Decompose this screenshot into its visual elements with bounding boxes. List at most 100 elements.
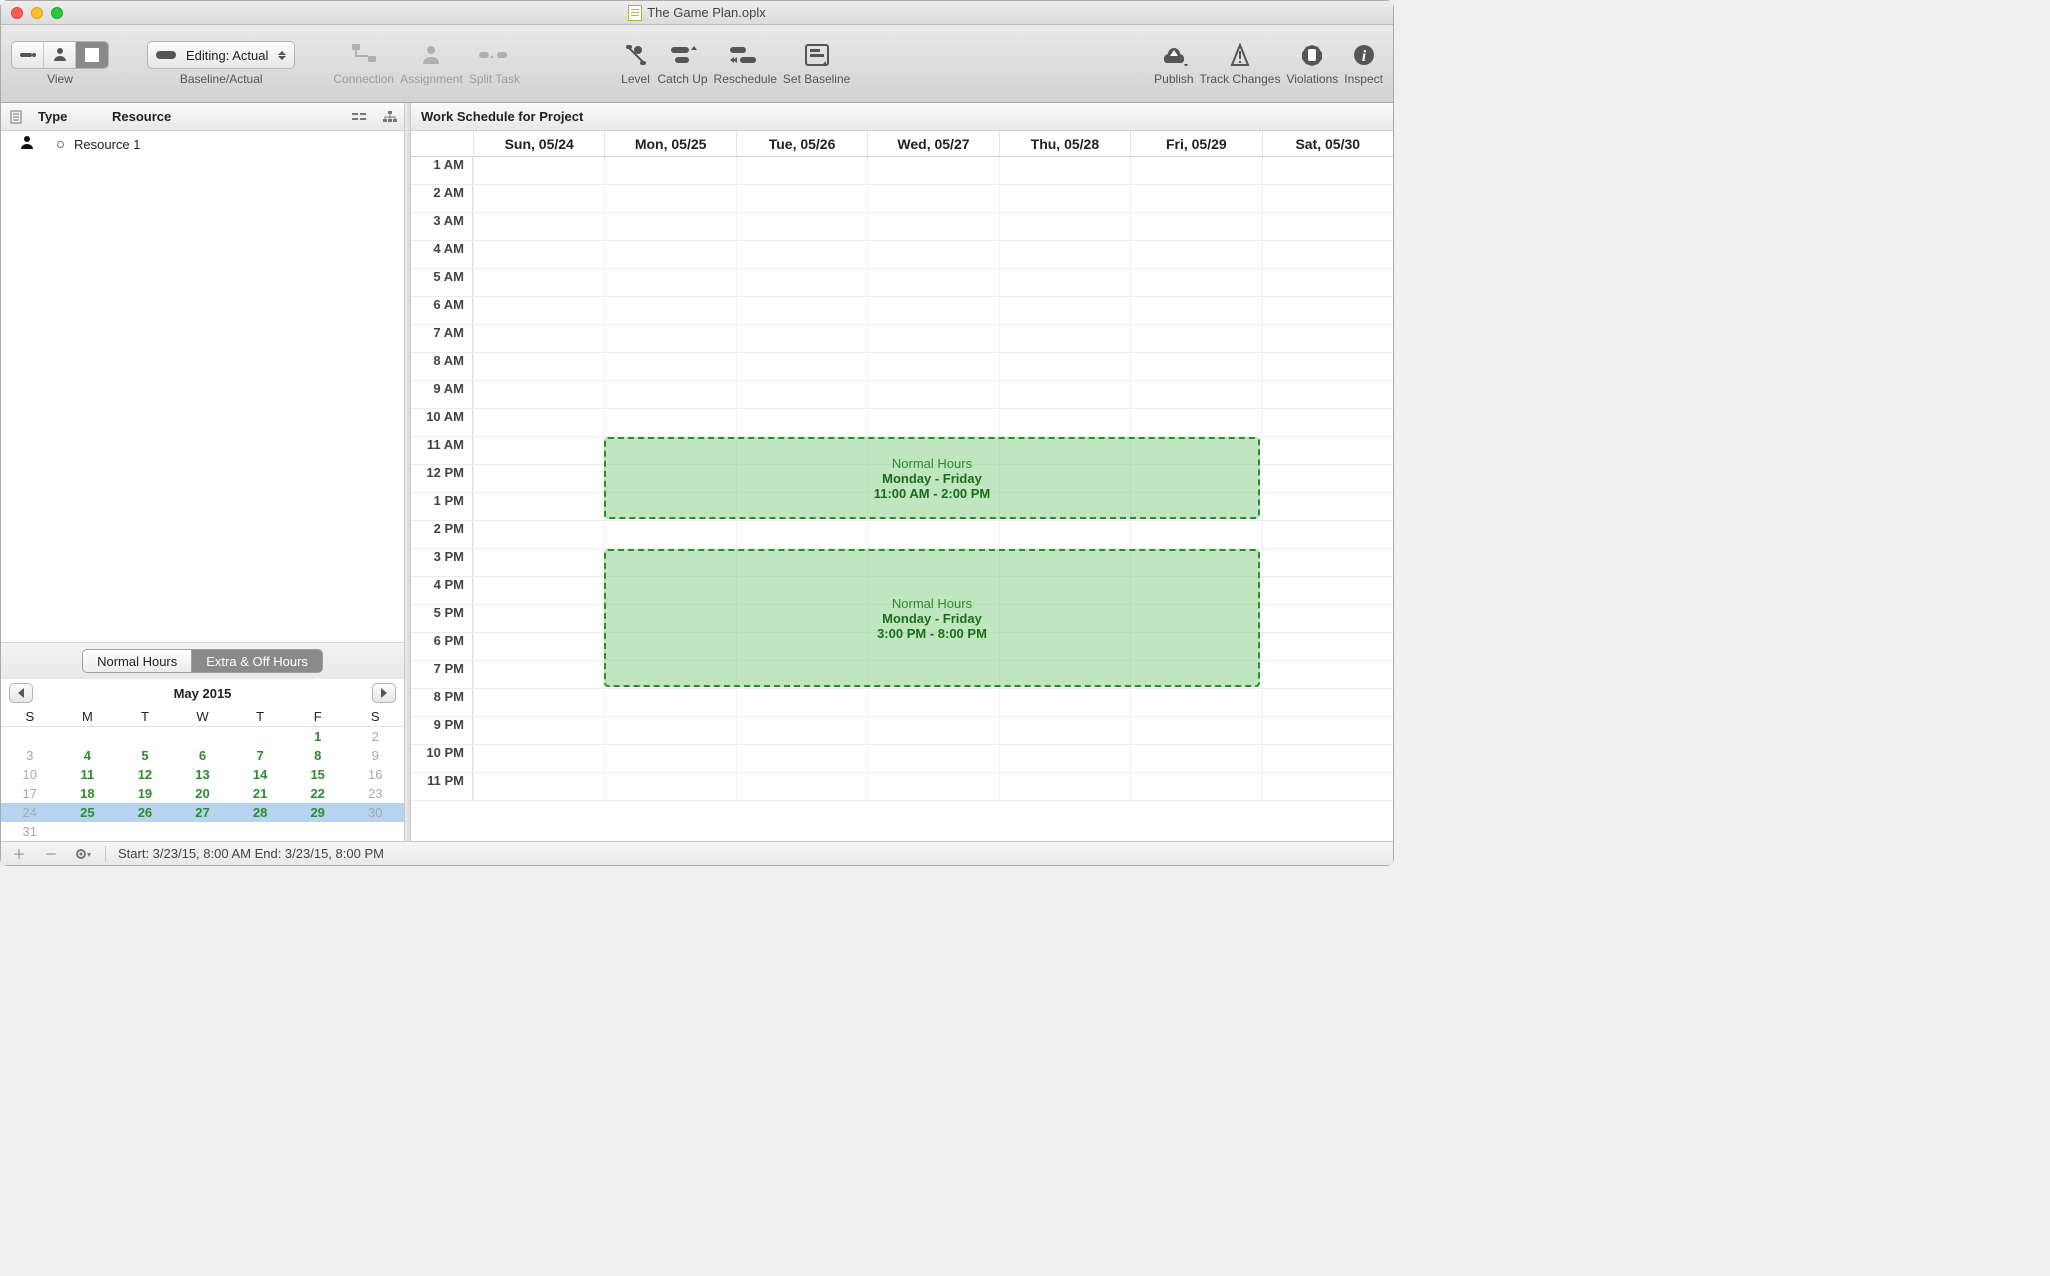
schedule-cell[interactable] xyxy=(604,521,735,548)
day-column-header[interactable]: Sat, 05/30 xyxy=(1262,131,1393,156)
schedule-cell[interactable] xyxy=(1262,437,1393,464)
calendar-day-cell[interactable]: 4 xyxy=(59,746,117,765)
set-baseline-button[interactable] xyxy=(800,41,834,69)
schedule-cell[interactable] xyxy=(473,493,604,520)
schedule-cell[interactable] xyxy=(999,745,1130,772)
schedule-cell[interactable] xyxy=(1130,269,1261,296)
calendar-week-row[interactable]: 10111213141516 xyxy=(1,765,404,784)
schedule-cell[interactable] xyxy=(1130,353,1261,380)
schedule-cell[interactable] xyxy=(867,381,998,408)
schedule-cell[interactable] xyxy=(1262,773,1393,800)
schedule-cell[interactable] xyxy=(473,633,604,660)
calendar-day-cell[interactable]: 5 xyxy=(116,746,174,765)
schedule-cell[interactable] xyxy=(867,689,998,716)
schedule-cell[interactable] xyxy=(736,157,867,184)
schedule-cell[interactable] xyxy=(867,241,998,268)
day-column-header[interactable]: Wed, 05/27 xyxy=(867,131,998,156)
view-segmented[interactable] xyxy=(11,41,109,69)
split-task-button[interactable] xyxy=(475,41,513,69)
view-resource-button[interactable] xyxy=(44,42,76,68)
schedule-cell[interactable] xyxy=(999,241,1130,268)
schedule-cell[interactable] xyxy=(1130,745,1261,772)
schedule-cell[interactable] xyxy=(473,353,604,380)
reschedule-button[interactable] xyxy=(726,41,764,69)
schedule-cell[interactable] xyxy=(867,409,998,436)
calendar-day-cell[interactable] xyxy=(1,727,59,746)
assignment-button[interactable] xyxy=(416,41,446,69)
schedule-cell[interactable] xyxy=(867,353,998,380)
schedule-cell[interactable] xyxy=(999,353,1130,380)
next-month-button[interactable] xyxy=(372,683,396,703)
schedule-block[interactable]: Normal HoursMonday - Friday11:00 AM - 2:… xyxy=(604,437,1259,519)
schedule-cell[interactable] xyxy=(867,157,998,184)
schedule-cell[interactable] xyxy=(1262,717,1393,744)
track-changes-button[interactable] xyxy=(1226,41,1254,69)
schedule-cell[interactable] xyxy=(1262,185,1393,212)
schedule-cell[interactable] xyxy=(1262,269,1393,296)
violations-button[interactable] xyxy=(1296,41,1328,69)
schedule-cell[interactable] xyxy=(999,381,1130,408)
calendar-day-cell[interactable]: 12 xyxy=(116,765,174,784)
day-column-header[interactable]: Tue, 05/26 xyxy=(736,131,867,156)
calendar-day-cell[interactable]: 2 xyxy=(346,727,404,746)
schedule-cell[interactable] xyxy=(867,269,998,296)
calendar-day-cell[interactable]: 1 xyxy=(289,727,347,746)
prev-month-button[interactable] xyxy=(9,683,33,703)
calendar-day-cell[interactable]: 31 xyxy=(1,822,59,841)
schedule-cell[interactable] xyxy=(604,241,735,268)
schedule-cell[interactable] xyxy=(1130,521,1261,548)
schedule-cell[interactable] xyxy=(1262,325,1393,352)
calendar-day-cell[interactable]: 29 xyxy=(289,803,347,822)
calendar-day-cell[interactable] xyxy=(59,727,117,746)
schedule-cell[interactable] xyxy=(604,381,735,408)
schedule-cell[interactable] xyxy=(473,185,604,212)
schedule-cell[interactable] xyxy=(736,409,867,436)
schedule-cell[interactable] xyxy=(867,185,998,212)
connection-button[interactable] xyxy=(346,41,382,69)
schedule-cell[interactable] xyxy=(999,521,1130,548)
schedule-cell[interactable] xyxy=(473,661,604,688)
calendar-day-cell[interactable]: 17 xyxy=(1,784,59,803)
calendar-day-cell[interactable]: 8 xyxy=(289,746,347,765)
schedule-cell[interactable] xyxy=(604,409,735,436)
schedule-cell[interactable] xyxy=(1130,213,1261,240)
mini-calendar-grid[interactable]: SMTWTFS123456789101112131415161718192021… xyxy=(1,707,404,841)
schedule-cell[interactable] xyxy=(604,185,735,212)
day-column-header[interactable]: Thu, 05/28 xyxy=(999,131,1130,156)
schedule-cell[interactable] xyxy=(604,353,735,380)
schedule-cell[interactable] xyxy=(736,689,867,716)
schedule-cell[interactable] xyxy=(604,773,735,800)
view-calendar-button[interactable] xyxy=(76,42,108,68)
inspect-button[interactable]: i xyxy=(1348,41,1380,69)
calendar-day-cell[interactable]: 13 xyxy=(174,765,232,784)
schedule-cell[interactable] xyxy=(1130,773,1261,800)
schedule-cell[interactable] xyxy=(1130,689,1261,716)
calendar-week-row[interactable]: 12 xyxy=(1,727,404,746)
schedule-cell[interactable] xyxy=(1262,605,1393,632)
tab-normal-hours[interactable]: Normal Hours xyxy=(82,649,191,673)
schedule-cell[interactable] xyxy=(1130,185,1261,212)
calendar-day-cell[interactable]: 20 xyxy=(174,784,232,803)
schedule-cell[interactable] xyxy=(999,297,1130,324)
schedule-cell[interactable] xyxy=(473,605,604,632)
schedule-cell[interactable] xyxy=(999,409,1130,436)
schedule-cell[interactable] xyxy=(867,773,998,800)
schedule-cell[interactable] xyxy=(473,437,604,464)
calendar-day-cell[interactable]: 21 xyxy=(231,784,289,803)
calendar-day-cell[interactable]: 30 xyxy=(346,803,404,822)
outline-body[interactable]: Resource 1 xyxy=(1,131,404,642)
day-column-header[interactable]: Sun, 05/24 xyxy=(473,131,604,156)
schedule-cell[interactable] xyxy=(473,521,604,548)
schedule-cell[interactable] xyxy=(473,549,604,576)
calendar-day-cell[interactable]: 9 xyxy=(346,746,404,765)
calendar-week-row[interactable]: 31 xyxy=(1,822,404,841)
schedule-cell[interactable] xyxy=(999,213,1130,240)
remove-button[interactable]: － xyxy=(41,845,61,863)
outline-twocol-icon[interactable] xyxy=(350,108,367,125)
calendar-week-row[interactable]: 17181920212223 xyxy=(1,784,404,803)
schedule-cell[interactable] xyxy=(999,185,1130,212)
schedule-cell[interactable] xyxy=(473,325,604,352)
schedule-cell[interactable] xyxy=(604,325,735,352)
schedule-cell[interactable] xyxy=(1262,549,1393,576)
schedule-cell[interactable] xyxy=(1262,661,1393,688)
